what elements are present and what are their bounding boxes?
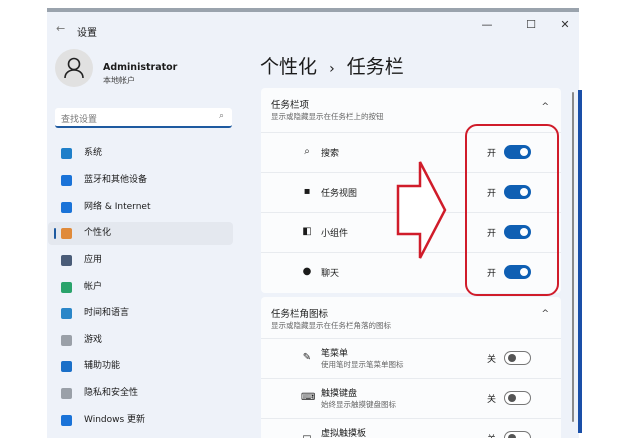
sidebar-item-label: 应用 xyxy=(84,255,103,265)
item-icon: ⌕ xyxy=(304,146,310,157)
setting-row: ▭虚拟触摸板关 xyxy=(261,418,561,438)
nav-icon xyxy=(61,415,72,426)
search-icon: ⌕ xyxy=(218,111,224,121)
nav-icon xyxy=(61,388,72,399)
search-input[interactable]: 查找设置 ⌕ xyxy=(55,108,232,128)
breadcrumb-parent[interactable]: 个性化 xyxy=(260,56,317,78)
sidebar-item[interactable]: 系统 xyxy=(48,142,233,165)
setting-label: 虚拟触摸板 xyxy=(321,429,367,438)
user-icon xyxy=(64,57,84,79)
sidebar-item[interactable]: 隐私和安全性 xyxy=(48,382,233,405)
setting-label: 小组件 xyxy=(321,229,349,239)
sidebar-item[interactable]: 应用 xyxy=(48,249,233,272)
sidebar-item-label: 系统 xyxy=(84,148,103,158)
setting-row: ✎ 笔菜单 使用笔时显示笔菜单图标 关 xyxy=(261,338,561,378)
item-icon: ⌨ xyxy=(301,392,316,403)
sidebar-item[interactable]: Windows 更新 xyxy=(48,409,233,432)
scrollbar[interactable] xyxy=(572,92,574,422)
account-type: 本地帐户 xyxy=(103,76,135,85)
sidebar-item-label: 个性化 xyxy=(84,228,112,238)
chevron-up-icon[interactable]: ^ xyxy=(541,102,549,112)
setting-label: 触摸键盘 xyxy=(321,389,358,399)
section-title: 任务栏项 xyxy=(271,100,310,111)
setting-label: 搜索 xyxy=(321,149,340,159)
active-indicator xyxy=(54,228,56,239)
sidebar-item[interactable]: 网络 & Internet xyxy=(48,196,233,219)
setting-label: 聊天 xyxy=(321,269,340,279)
chevron-up-icon[interactable]: ^ xyxy=(541,309,549,319)
setting-label: 笔菜单 xyxy=(321,349,349,359)
window-title: 设置 xyxy=(77,28,97,39)
nav-icon xyxy=(61,148,72,159)
nav-icon xyxy=(61,228,72,239)
sidebar-item-label: 帐户 xyxy=(84,282,103,292)
toggle-state: 关 xyxy=(487,395,497,405)
section-subtitle: 显示或隐藏显示在任务栏上的按钮 xyxy=(271,112,384,121)
sidebar-item-label: 时间和语言 xyxy=(84,308,130,318)
breadcrumb-current: 任务栏 xyxy=(346,56,404,78)
nav-icon xyxy=(61,255,72,266)
corner-icons-card: 任务栏角图标 显示或隐藏显示在任务栏角落的图标 ^ ✎ 笔菜单 使用笔时显示笔菜单图… xyxy=(261,297,561,438)
close-button[interactable]: ✕ xyxy=(555,18,575,31)
setting-description: 使用笔时显示笔菜单图标 xyxy=(321,360,404,369)
toggle-switch[interactable] xyxy=(504,431,531,438)
setting-row: ⌨ 触摸键盘 始终显示触摸键盘图标 关 xyxy=(261,378,561,418)
sidebar-item[interactable]: 蓝牙和其他设备 xyxy=(48,169,233,192)
desktop-edge xyxy=(578,90,582,433)
back-button[interactable]: ← xyxy=(56,22,65,35)
breadcrumb-separator: › xyxy=(329,61,335,77)
nav-icon xyxy=(61,308,72,319)
sidebar-item[interactable]: 帐户 xyxy=(48,276,233,299)
sidebar-item-label: 辅助功能 xyxy=(84,361,121,371)
nav-icon xyxy=(61,361,72,372)
sidebar-item-label: 隐私和安全性 xyxy=(84,388,139,398)
setting-description: 始终显示触摸键盘图标 xyxy=(321,400,396,409)
sidebar-item-label: 游戏 xyxy=(84,335,103,345)
user-name: Administrator xyxy=(103,62,178,73)
section-subtitle: 显示或隐藏显示在任务栏角落的图标 xyxy=(271,321,391,330)
nav-icon xyxy=(61,202,72,213)
sidebar-item[interactable]: 个性化 xyxy=(48,222,233,245)
avatar[interactable] xyxy=(55,49,93,87)
sidebar-item[interactable]: 辅助功能 xyxy=(48,355,233,378)
sidebar-item-label: Windows 更新 xyxy=(84,415,146,425)
page-title: 个性化 › 任务栏 xyxy=(260,52,404,79)
search-placeholder: 查找设置 xyxy=(61,115,98,125)
sidebar-item[interactable]: 游戏 xyxy=(48,329,233,352)
item-icon: ✎ xyxy=(302,352,312,363)
sidebar-item-label: 蓝牙和其他设备 xyxy=(84,175,148,185)
toggle-state: 关 xyxy=(487,355,497,365)
sidebar-item-label: 网络 & Internet xyxy=(84,202,151,212)
item-icon: ● xyxy=(302,266,312,277)
setting-label: 任务视图 xyxy=(321,189,358,199)
nav-icon xyxy=(61,282,72,293)
red-arrow-annotation xyxy=(396,161,447,259)
nav-icon xyxy=(61,175,72,186)
maximize-button[interactable]: ☐ xyxy=(521,18,541,31)
toggle-switch[interactable] xyxy=(504,391,531,405)
highlight-box xyxy=(465,124,559,296)
section-title: 任务栏角图标 xyxy=(271,309,329,320)
item-icon: ◧ xyxy=(302,226,312,237)
item-icon: ▪ xyxy=(303,186,311,197)
toggle-switch[interactable] xyxy=(504,351,531,365)
sidebar-item[interactable]: 时间和语言 xyxy=(48,302,233,325)
nav-icon xyxy=(61,335,72,346)
minimize-button[interactable]: — xyxy=(477,18,497,31)
